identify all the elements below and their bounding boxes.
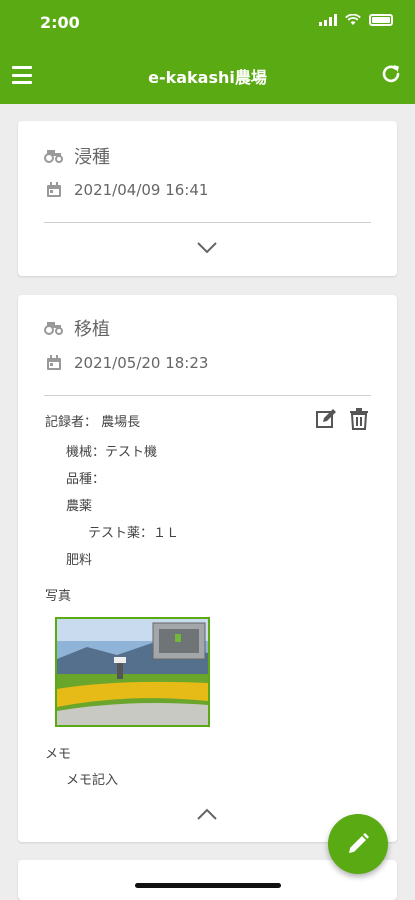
signal-icon [319, 14, 337, 26]
calendar-icon [44, 182, 64, 198]
app-bar: e-kakashi農場 [0, 46, 415, 104]
pesticide-item: テスト薬：１Ｌ [88, 526, 180, 541]
work-title-row: 移植 [44, 315, 110, 341]
calendar-icon [44, 355, 64, 371]
memo-text: メモ記入 [66, 773, 119, 788]
fertilizer-label: 肥料 [66, 553, 93, 568]
divider [44, 222, 371, 223]
memo-label: メモ [45, 747, 72, 762]
datetime-row: 2021/04/09 16:41 [44, 181, 208, 199]
work-datetime: 2021/04/09 16:41 [74, 181, 209, 199]
pesticide-label: 農薬 [66, 499, 93, 514]
recorder: 記録者： 農場長 [45, 415, 141, 430]
home-indicator [135, 883, 281, 888]
app-title: e-kakashi農場 [148, 68, 267, 87]
variety: 品種： [66, 472, 106, 487]
refresh-icon[interactable] [379, 62, 403, 86]
trash-icon[interactable] [348, 408, 370, 430]
edit-icon[interactable] [315, 408, 337, 430]
status-time: 2:00 [40, 13, 80, 32]
status-icons [319, 14, 393, 26]
wifi-icon [345, 14, 361, 25]
tractor-icon [44, 149, 64, 163]
work-title-row: 浸種 [44, 143, 110, 169]
work-title: 移植 [74, 319, 110, 340]
chevron-down-icon[interactable] [196, 241, 218, 255]
work-record-card[interactable]: 移植 2021/05/20 18:23 記録者： 農場長 機械：テスト機 品種：… [18, 295, 397, 842]
status-bar: 2:00 [0, 0, 415, 46]
tractor-icon [44, 321, 64, 335]
work-title: 浸種 [74, 147, 110, 168]
work-datetime: 2021/05/20 18:23 [74, 354, 209, 372]
photo-label: 写真 [45, 589, 72, 604]
chevron-up-icon[interactable] [196, 807, 218, 821]
field-photo[interactable] [55, 617, 210, 727]
add-record-fab[interactable] [328, 814, 388, 874]
pencil-icon [349, 833, 369, 853]
battery-icon [369, 14, 393, 26]
work-record-card[interactable]: 浸種 2021/04/09 16:41 [18, 121, 397, 276]
divider [44, 395, 371, 396]
machine: 機械：テスト機 [66, 445, 158, 460]
datetime-row: 2021/05/20 18:23 [44, 354, 208, 372]
